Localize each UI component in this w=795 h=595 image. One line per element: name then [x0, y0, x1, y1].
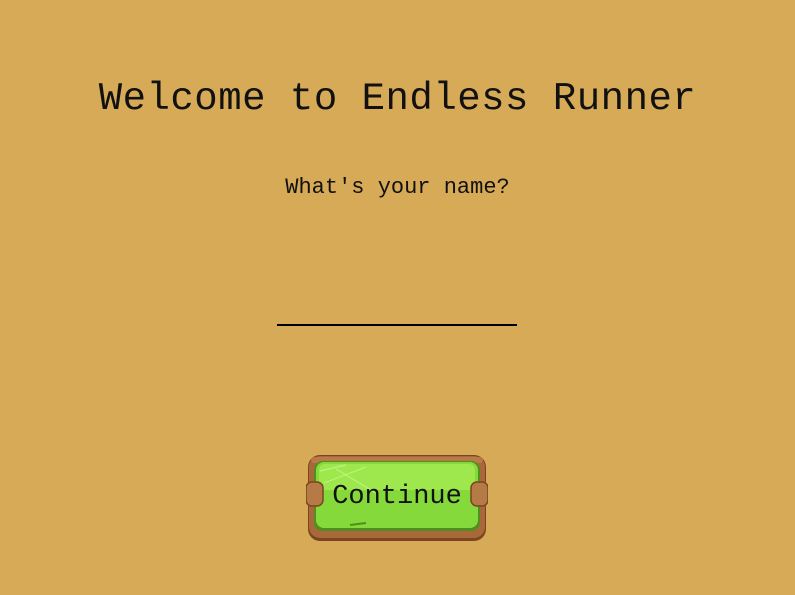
- name-prompt: What's your name?: [285, 175, 510, 200]
- name-input[interactable]: [277, 296, 517, 326]
- continue-button-label: Continue: [332, 482, 462, 512]
- continue-button[interactable]: Continue: [306, 453, 488, 542]
- welcome-title: Welcome to Endless Runner: [98, 77, 697, 121]
- game-screen: { "screen": { "title": "Welcome to Endle…: [0, 0, 795, 595]
